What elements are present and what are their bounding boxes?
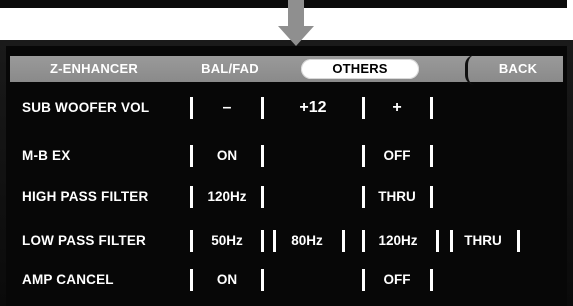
back-button-bracket (465, 55, 480, 85)
divider (430, 145, 433, 167)
divider (362, 186, 365, 208)
divider (430, 269, 433, 291)
down-arrow-icon (278, 0, 314, 46)
amp-cancel-label: AMP CANCEL (22, 272, 114, 287)
divider (190, 269, 193, 291)
sub-woofer-value: +12 (299, 99, 327, 116)
tab-bal-fad[interactable]: BAL/FAD (180, 56, 280, 82)
divider (190, 230, 193, 252)
low-pass-filter-label: LOW PASS FILTER (22, 233, 146, 248)
tab-bar: Z-ENHANCER BAL/FAD OTHERS BACK (10, 56, 563, 82)
hpf-120hz-button[interactable]: 120Hz (199, 189, 255, 204)
tab-z-enhancer[interactable]: Z-ENHANCER (24, 56, 164, 82)
divider (261, 186, 264, 208)
divider (430, 186, 433, 208)
divider (436, 230, 439, 252)
sub-woofer-plus-button[interactable]: + (386, 99, 408, 117)
hpf-thru-button[interactable]: THRU (370, 189, 424, 204)
divider (261, 230, 264, 252)
high-pass-filter-label: HIGH PASS FILTER (22, 189, 149, 204)
back-button[interactable]: BACK (478, 56, 558, 82)
sub-woofer-minus-button[interactable]: – (212, 99, 242, 117)
divider (273, 230, 276, 252)
lpf-80hz-button[interactable]: 80Hz (280, 233, 334, 248)
divider (362, 230, 365, 252)
divider (261, 145, 264, 167)
mb-ex-label: M-B EX (22, 148, 71, 163)
tab-others[interactable]: OTHERS (301, 59, 419, 79)
amp-cancel-on-button[interactable]: ON (205, 272, 249, 287)
divider (261, 269, 264, 291)
screen-frame (6, 46, 567, 306)
sub-woofer-vol-label: SUB WOOFER VOL (22, 100, 150, 115)
lpf-thru-button[interactable]: THRU (456, 233, 510, 248)
divider (517, 230, 520, 252)
mb-ex-off-button[interactable]: OFF (372, 148, 422, 163)
divider (342, 230, 345, 252)
lpf-120hz-button[interactable]: 120Hz (368, 233, 428, 248)
amp-cancel-off-button[interactable]: OFF (372, 272, 422, 287)
divider (430, 97, 433, 119)
divider (190, 186, 193, 208)
lpf-50hz-button[interactable]: 50Hz (202, 233, 252, 248)
divider (450, 230, 453, 252)
divider (261, 97, 264, 119)
divider (362, 97, 365, 119)
divider (190, 145, 193, 167)
divider (190, 97, 193, 119)
divider (362, 145, 365, 167)
divider (362, 269, 365, 291)
mb-ex-on-button[interactable]: ON (205, 148, 249, 163)
